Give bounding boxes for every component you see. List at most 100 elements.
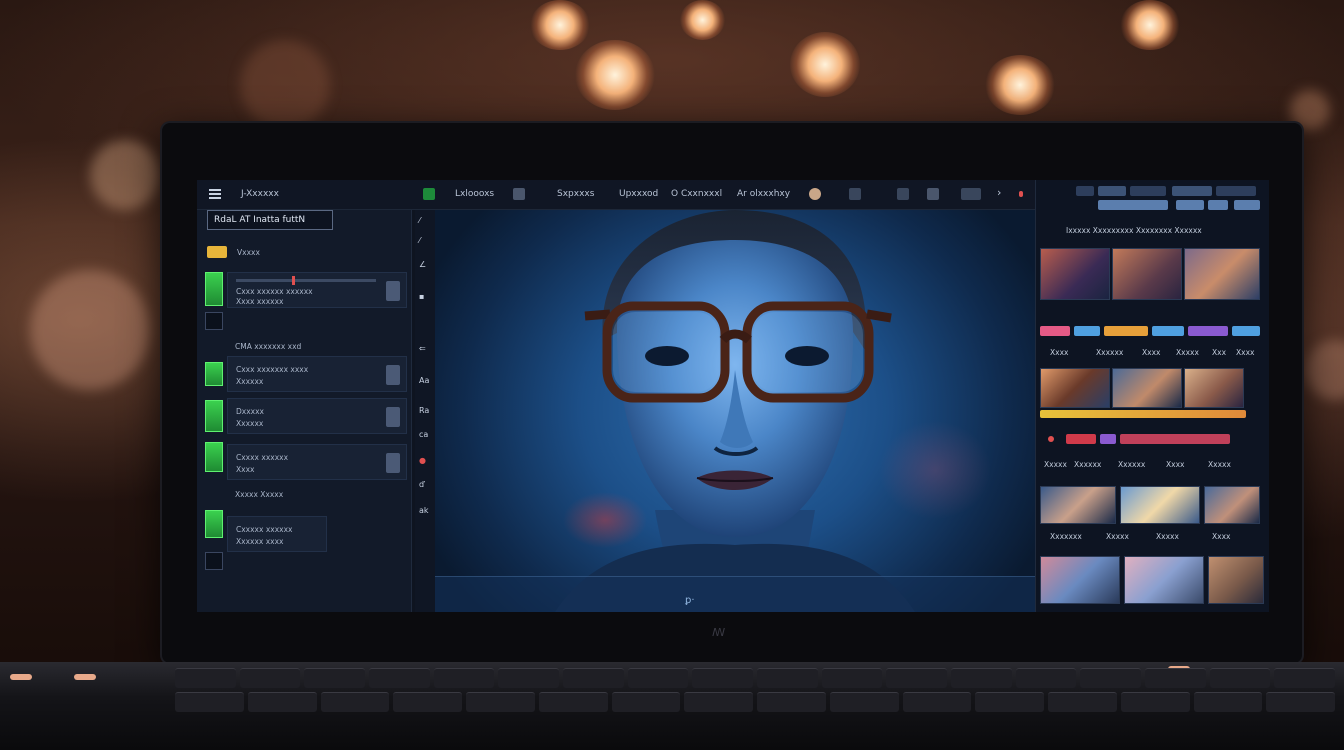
text-tool-icon[interactable]: Aa [419,376,429,385]
menu-icon[interactable] [209,189,221,199]
layer-handle-icon[interactable] [386,453,400,473]
filter-chip[interactable] [1172,186,1212,196]
tag-chip[interactable] [1120,434,1230,444]
media-thumbnail[interactable] [1112,368,1182,408]
layer-title: Cxxxxx xxxxxx [236,525,293,534]
layer-thumb-icon[interactable] [205,400,223,432]
eye-icon[interactable] [849,188,861,200]
layer-title: Cxxxx xxxxxx [236,453,289,462]
media-thumbnail[interactable] [1184,368,1244,408]
key-row [175,692,1335,712]
image-canvas[interactable]: ꝑ· [435,210,1035,612]
media-thumbnail[interactable] [1124,556,1204,604]
ceiling-light [530,0,590,50]
color-label[interactable] [1040,326,1070,336]
toolbar-item-2[interactable]: Upxxxod [619,189,658,199]
row-label: Xxxxx [1044,460,1067,469]
pen-icon[interactable]: ⁄ [419,236,420,245]
media-thumbnail[interactable] [1208,556,1264,604]
row-label: Xxxxxxx [1050,532,1082,541]
row-label: Xxxx [1212,532,1231,541]
layer-mask-icon[interactable] [205,552,223,570]
row-label: Xxxx [1050,348,1069,357]
color-label[interactable] [1152,326,1184,336]
toolbar-item-3[interactable]: O Cxxnxxxl [671,189,722,199]
laptop-screen: J-Xxxxxx Lxloooxs Sxpxxxs Upxxxod O Cxxn… [197,180,1269,612]
layer-thumb-icon[interactable] [205,272,223,306]
brush-icon[interactable]: ⁄ [419,216,420,225]
close-icon[interactable] [1019,191,1023,197]
layer-title: Dxxxxx [236,407,264,416]
shape-icon[interactable]: Ra [419,406,429,415]
export-icon[interactable] [961,188,981,200]
share-icon[interactable] [927,188,939,200]
layer-thumb-icon[interactable] [205,510,223,538]
filter-chip[interactable] [1216,186,1256,196]
toolbar-item-1[interactable]: Sxpxxxs [557,189,594,199]
media-thumbnail[interactable] [1040,248,1110,300]
layers-icon[interactable] [423,188,435,200]
panel-section-label: Vxxxx [237,248,260,257]
view-option[interactable] [1234,200,1260,210]
layer-row[interactable]: Cxxxxx xxxxxx Xxxxxx xxxx [227,516,327,552]
fill-icon[interactable]: ▪ [419,292,424,301]
bokeh-light [90,140,160,210]
view-option[interactable] [1098,200,1168,210]
ceiling-light [1120,0,1180,50]
media-thumbnail[interactable] [1040,486,1116,524]
tag-chip[interactable] [1100,434,1116,444]
layer-handle-icon[interactable] [386,281,400,301]
media-thumbnail[interactable] [1112,248,1182,300]
tag-chip[interactable] [1066,434,1096,444]
color-label[interactable] [1074,326,1100,336]
camera-icon[interactable] [513,188,525,200]
layer-sub: Xxxxxx [236,377,264,386]
layer-title: Cxxx xxxxxxx xxxx [236,365,309,374]
settings-icon[interactable] [897,188,909,200]
toolbar-item-4[interactable]: Ar olxxxhxy [737,189,790,199]
layer-thumb-icon[interactable] [205,362,223,386]
layer-mask-icon[interactable] [205,312,223,330]
move-icon[interactable]: ⇐ [419,344,426,353]
project-name: RdaL AT Inatta futtN [214,215,306,225]
media-thumbnail[interactable] [1184,248,1260,300]
media-thumbnail[interactable] [1204,486,1260,524]
zoom-icon[interactable]: ca [419,430,428,439]
row-label: Xxxxx [1156,532,1179,541]
row-label: Xxxx [1142,348,1161,357]
slider-handle[interactable] [292,276,295,285]
view-option[interactable] [1176,200,1204,210]
layer-thumb-icon[interactable] [205,442,223,472]
view-option[interactable] [1208,200,1228,210]
indicator-light [10,674,32,680]
layer-row[interactable]: Cxxxx xxxxxx Xxxx [227,444,407,480]
opacity-slider[interactable] [236,276,376,285]
layer-row[interactable]: Cxxx xxxxxxx xxxx Xxxxxx [227,356,407,392]
color-icon[interactable]: ● [419,456,426,465]
media-thumbnail[interactable] [1040,556,1120,604]
layer-handle-icon[interactable] [386,407,400,427]
row-label: Xxx [1212,348,1227,357]
layer-handle-icon[interactable] [386,365,400,385]
timeline-bar[interactable] [1040,410,1246,418]
hand-icon[interactable]: ak [419,506,429,515]
filter-chip[interactable] [1098,186,1126,196]
layer-row[interactable]: Cxxx xxxxxx xxxxxx Xxxx xxxxxx [227,272,407,308]
filter-chip[interactable] [1130,186,1166,196]
color-label[interactable] [1232,326,1260,336]
row-label: Xxxxx [1106,532,1129,541]
record-icon[interactable] [809,188,821,200]
toolbar-item-0[interactable]: Lxloooxs [455,189,494,199]
eraser-icon[interactable]: ď [419,480,424,489]
app-menu-title[interactable]: J-Xxxxxx [241,189,279,199]
crop-icon[interactable]: ∠ [419,260,426,269]
layer-row[interactable]: Dxxxxx Xxxxxx [227,398,407,434]
media-thumbnail[interactable] [1120,486,1200,524]
panel-badge[interactable] [207,246,227,258]
color-label[interactable] [1104,326,1148,336]
media-thumbnail[interactable] [1040,368,1110,408]
filter-chip[interactable] [1076,186,1094,196]
color-label[interactable] [1188,326,1228,336]
project-name-field[interactable]: RdaL AT Inatta futtN [207,210,333,230]
toolbar-overflow-chevron[interactable]: › [997,186,1001,199]
